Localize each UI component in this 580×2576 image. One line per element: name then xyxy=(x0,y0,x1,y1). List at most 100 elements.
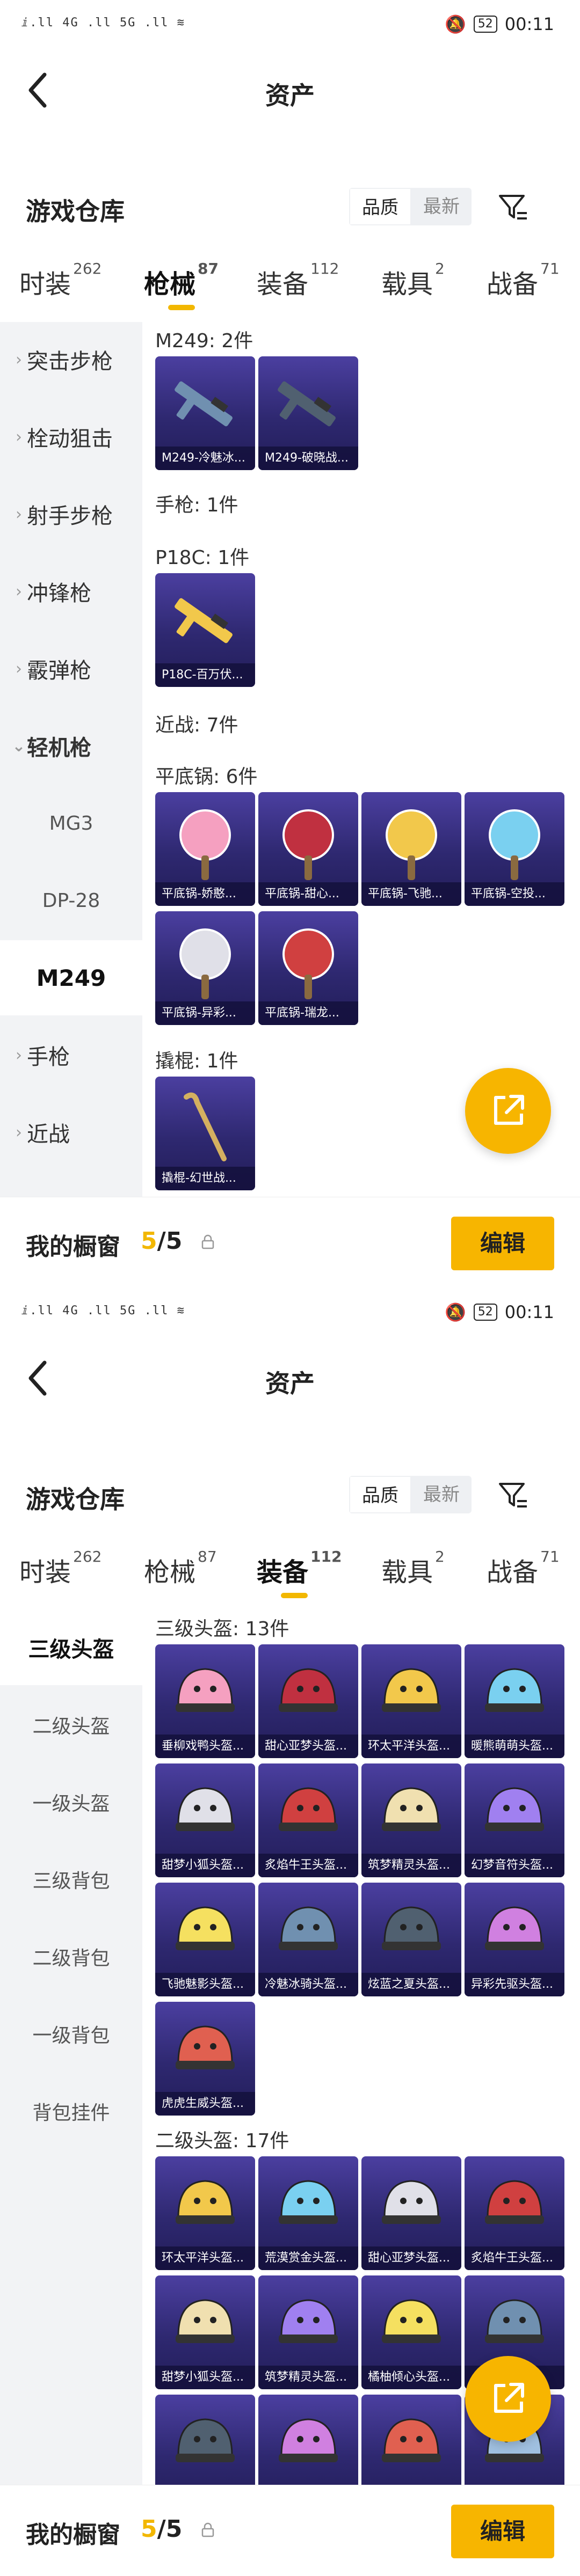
share-button[interactable] xyxy=(465,2356,551,2442)
item-card[interactable]: P18C-百万伏... xyxy=(155,573,255,687)
item-card[interactable]: 甜梦小狐头盔... xyxy=(155,2275,255,2389)
item-image xyxy=(176,1668,235,1712)
item-card[interactable]: 炙焰牛王头盔... xyxy=(258,1763,358,1877)
item-name: 筑梦精灵头盔... xyxy=(361,1854,461,1877)
sidebar-item-dmr[interactable]: › 射手步枪 xyxy=(0,477,142,552)
item-card[interactable]: 平底锅-娇憨... xyxy=(155,792,255,906)
item-card[interactable]: 平底锅-甜心... xyxy=(258,792,358,906)
item-card[interactable]: 甜心亚梦头盔... xyxy=(258,1644,358,1758)
item-card[interactable]: 炙焰牛王头盔... xyxy=(465,2156,564,2270)
sidebar-item-label: 冲锋枪 xyxy=(27,581,91,606)
item-card[interactable]: 异彩先驱头盔... xyxy=(465,1883,564,1996)
item-card[interactable]: 平底锅-空投... xyxy=(465,792,564,906)
tab-equipment[interactable]: 装备112 xyxy=(257,260,339,301)
showcase-footer: 我的橱窗 5/5 编辑 xyxy=(0,2485,580,2576)
item-image xyxy=(184,1092,227,1161)
item-card[interactable]: 荒漠赏金头盔... xyxy=(258,2156,358,2270)
filter-button[interactable] xyxy=(494,1477,532,1514)
tab-supplies[interactable]: 战备71 xyxy=(487,260,560,301)
sidebar-item-shotgun[interactable]: › 霰弹枪 xyxy=(0,631,142,706)
item-card[interactable]: M249-冷魅冰... xyxy=(155,356,255,470)
item-card[interactable] xyxy=(155,2395,255,2485)
tab-indicator xyxy=(281,1593,308,1598)
item-card[interactable]: 冷魅冰骑头盔... xyxy=(258,1883,358,1996)
share-button[interactable] xyxy=(465,1068,551,1154)
item-card[interactable]: 甜心亚梦头盔... xyxy=(361,2156,461,2270)
item-card[interactable]: 虎虎生威头盔... xyxy=(155,2002,255,2116)
sidebar-item-helmet-lv1[interactable]: 一级头盔 xyxy=(0,1765,142,1840)
section-title: 三级头盔: 13件 xyxy=(155,1618,289,1640)
status-bar: ⅈ.ll 4G .ll 5G .ll ≋ 🔕 52 00:11 xyxy=(0,1288,580,1342)
item-card[interactable]: 筑梦精灵头盔... xyxy=(361,1763,461,1877)
tab-equipment[interactable]: 装备112 xyxy=(257,1548,342,1598)
item-name: 甜梦小狐头盔... xyxy=(155,2366,255,2389)
item-card[interactable]: 平底锅-瑞龙... xyxy=(258,911,358,1025)
tab-guns[interactable]: 枪械87 xyxy=(144,260,219,310)
item-card[interactable]: 甜梦小狐头盔... xyxy=(155,1763,255,1877)
tab-supplies[interactable]: 战备71 xyxy=(487,1548,560,1589)
sidebar-item-backpack-lv3[interactable]: 三级背包 xyxy=(0,1842,142,1917)
chevron-right-icon: › xyxy=(16,582,22,601)
sidebar-item-smg[interactable]: › 冲锋枪 xyxy=(0,554,142,629)
sort-toggle: 品质 最新 xyxy=(349,1476,472,1513)
item-image xyxy=(382,2299,441,2343)
item-card[interactable]: 飞驰魅影头盔... xyxy=(155,1883,255,1996)
item-card[interactable]: 平底锅-飞驰... xyxy=(361,792,461,906)
item-card[interactable]: 垂柳戏鸭头盔... xyxy=(155,1644,255,1758)
sidebar-item-assault-rifle[interactable]: › 突击步枪 xyxy=(0,322,142,397)
item-name: 平底锅-异彩... xyxy=(155,1001,255,1025)
sidebar-item-pistol[interactable]: › 手枪 xyxy=(0,1018,142,1093)
sidebar-item-lmg[interactable]: ⌄ 轻机枪 xyxy=(0,708,142,784)
sidebar-item-bolt-sniper[interactable]: › 栓动狙击 xyxy=(0,399,142,474)
item-card[interactable]: 平底锅-异彩... xyxy=(155,911,255,1025)
item-card[interactable]: 筑梦精灵头盔... xyxy=(258,2275,358,2389)
battery-indicator: 52 xyxy=(473,1304,497,1321)
item-card[interactable]: M249-破晓战... xyxy=(258,356,358,470)
edit-button[interactable]: 编辑 xyxy=(451,2505,554,2558)
item-image xyxy=(175,598,233,643)
item-card[interactable]: 幻梦音符头盔... xyxy=(465,1763,564,1877)
item-name: 撬棍-幻世战... xyxy=(155,1167,255,1190)
item-card[interactable]: 环太平洋头盔... xyxy=(155,2156,255,2270)
tab-count: 2 xyxy=(435,1548,445,1565)
item-card[interactable]: 炫蓝之夏头盔... xyxy=(361,1883,461,1996)
item-card[interactable]: 橘柚倾心头盔... xyxy=(361,2275,461,2389)
sidebar-item-backpack-lv2[interactable]: 二级背包 xyxy=(0,1919,142,1994)
screen-guns: ⅈ.ll 4G .ll 5G .ll ≋ 🔕 52 00:11 资产 游戏仓库 … xyxy=(0,0,580,1288)
item-card[interactable]: 暖熊萌萌头盔... xyxy=(465,1644,564,1758)
item-name: 平底锅-甜心... xyxy=(258,882,358,906)
item-card[interactable] xyxy=(258,2395,358,2485)
item-image xyxy=(176,1787,235,1831)
sort-quality-button[interactable]: 品质 xyxy=(349,188,411,225)
sort-quality-button[interactable]: 品质 xyxy=(349,1476,411,1513)
tab-vehicles[interactable]: 载具2 xyxy=(381,260,445,301)
showcase-sep: / xyxy=(157,2515,166,2543)
sidebar-item-m249[interactable]: M249 xyxy=(0,940,142,1015)
sidebar-item-helmet-lv2[interactable]: 二级头盔 xyxy=(0,1687,142,1762)
tab-vehicles[interactable]: 载具2 xyxy=(381,1548,445,1589)
item-image xyxy=(386,809,437,880)
tab-label: 装备 xyxy=(257,269,309,299)
item-card[interactable]: 撬棍-幻世战... xyxy=(155,1077,255,1190)
sort-latest-button[interactable]: 最新 xyxy=(411,1476,472,1513)
filter-button[interactable] xyxy=(494,189,532,226)
tab-label: 战备 xyxy=(487,269,539,299)
tab-label: 战备 xyxy=(487,1557,539,1587)
sidebar-item-backpack-lv1[interactable]: 一级背包 xyxy=(0,1996,142,2072)
category-tabs: 时装262 枪械87 装备112 载具2 战备71 xyxy=(0,1529,580,1610)
item-card[interactable] xyxy=(361,2395,461,2485)
tab-guns[interactable]: 枪械87 xyxy=(144,1548,217,1589)
sidebar-item-label: 霰弹枪 xyxy=(27,658,91,683)
sidebar-item-helmet-lv3[interactable]: 三级头盔 xyxy=(0,1610,142,1685)
showcase-count: 5/5 xyxy=(141,2515,182,2543)
item-card[interactable]: 环太平洋头盔... xyxy=(361,1644,461,1758)
item-name: 平底锅-娇憨... xyxy=(155,882,255,906)
sort-latest-button[interactable]: 最新 xyxy=(411,188,472,225)
sidebar-item-dp28[interactable]: DP-28 xyxy=(0,863,142,938)
edit-button[interactable]: 编辑 xyxy=(451,1217,554,1270)
sidebar-item-melee[interactable]: › 近战 xyxy=(0,1095,142,1170)
sidebar-item-backpack-charm[interactable]: 背包挂件 xyxy=(0,2074,142,2149)
sidebar-item-mg3[interactable]: MG3 xyxy=(0,786,142,861)
tab-fashion[interactable]: 时装262 xyxy=(19,260,102,301)
tab-fashion[interactable]: 时装262 xyxy=(19,1548,102,1589)
